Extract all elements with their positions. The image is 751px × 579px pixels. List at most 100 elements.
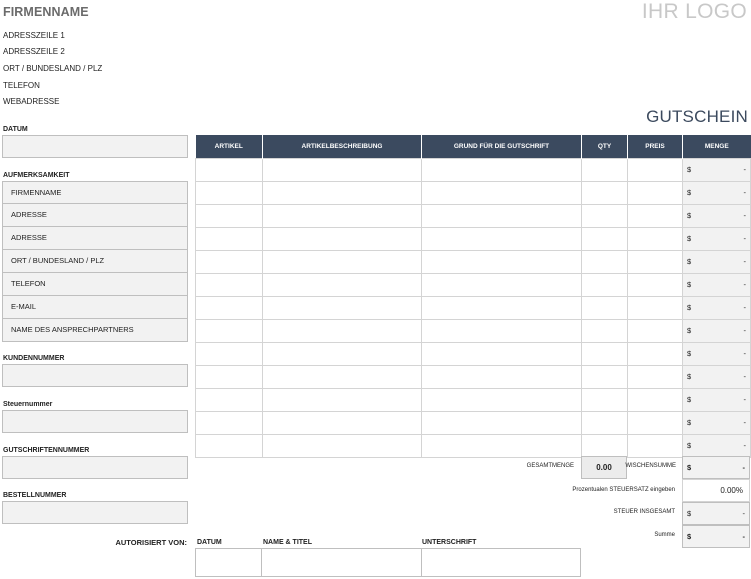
cell-qty[interactable] xyxy=(581,341,628,366)
cell-menge-value: - xyxy=(743,326,747,335)
cell-menge-currency: $ xyxy=(687,326,692,335)
cell-qty[interactable] xyxy=(581,318,628,343)
cell-artikel[interactable] xyxy=(195,318,263,343)
cell-artikel[interactable] xyxy=(195,180,263,205)
attention-label: AUFMERKSAMKEIT xyxy=(3,172,70,179)
cell-artikel[interactable] xyxy=(195,295,263,320)
cell-qty[interactable] xyxy=(581,249,628,274)
cell-artikel[interactable] xyxy=(195,272,263,297)
cell-preis[interactable] xyxy=(627,295,683,320)
col-header-qty: QTY xyxy=(581,135,628,158)
cell-grund[interactable] xyxy=(421,203,582,228)
cell-beschreibung[interactable] xyxy=(262,410,422,435)
cell-grund[interactable] xyxy=(421,433,582,458)
cell-beschreibung[interactable] xyxy=(262,180,422,205)
cell-qty[interactable] xyxy=(581,433,628,458)
cell-grund[interactable] xyxy=(421,410,582,435)
date-field[interactable] xyxy=(2,135,188,158)
items-table: ARTIKEL ARTIKELBESCHREIBUNG GRUND FÜR DI… xyxy=(195,135,751,458)
cell-grund[interactable] xyxy=(421,341,582,366)
cell-beschreibung[interactable] xyxy=(262,157,422,182)
tax-number-field[interactable] xyxy=(2,410,188,433)
cell-grund[interactable] xyxy=(421,295,582,320)
credit-number-field[interactable] xyxy=(2,456,188,479)
cell-artikel[interactable] xyxy=(195,433,263,458)
attention-company-field[interactable]: FIRMENNAME xyxy=(2,181,188,204)
cell-qty[interactable] xyxy=(581,157,628,182)
attention-phone-field[interactable]: TELEFON xyxy=(2,273,188,296)
cell-menge-value: - xyxy=(743,372,747,381)
cell-artikel[interactable] xyxy=(195,203,263,228)
order-number-field[interactable] xyxy=(2,501,188,524)
cell-grund[interactable] xyxy=(421,226,582,251)
cell-beschreibung[interactable] xyxy=(262,387,422,412)
cell-preis[interactable] xyxy=(627,410,683,435)
attention-email-field[interactable]: E-MAIL xyxy=(2,296,188,319)
cell-beschreibung[interactable] xyxy=(262,272,422,297)
cell-menge: $ - xyxy=(682,410,751,435)
cell-beschreibung[interactable] xyxy=(262,295,422,320)
cell-beschreibung[interactable] xyxy=(262,318,422,343)
cell-qty[interactable] xyxy=(581,387,628,412)
cell-beschreibung[interactable] xyxy=(262,364,422,389)
cell-menge: $ - xyxy=(682,387,751,412)
cell-grund[interactable] xyxy=(421,318,582,343)
cell-menge-value: - xyxy=(743,257,747,266)
cell-artikel[interactable] xyxy=(195,387,263,412)
cell-beschreibung[interactable] xyxy=(262,226,422,251)
cell-grund[interactable] xyxy=(421,364,582,389)
cell-preis[interactable] xyxy=(627,203,683,228)
cell-menge-currency: $ xyxy=(687,234,692,243)
cell-preis[interactable] xyxy=(627,364,683,389)
cell-artikel[interactable] xyxy=(195,157,263,182)
cell-qty[interactable] xyxy=(581,364,628,389)
cell-qty[interactable] xyxy=(581,410,628,435)
attention-address-field[interactable]: ADRESSE xyxy=(2,204,188,227)
tax-rate-input[interactable]: 0.00% xyxy=(682,479,750,502)
cell-preis[interactable] xyxy=(627,226,683,251)
cell-menge-currency: $ xyxy=(687,303,692,312)
col-header-beschreibung: ARTIKELBESCHREIBUNG xyxy=(262,135,422,158)
cell-beschreibung[interactable] xyxy=(262,433,422,458)
address-line-1: ADRESSZEILE 1 xyxy=(3,31,65,40)
cell-qty[interactable] xyxy=(581,203,628,228)
cell-grund[interactable] xyxy=(421,387,582,412)
cell-preis[interactable] xyxy=(627,318,683,343)
cell-beschreibung[interactable] xyxy=(262,249,422,274)
cell-preis[interactable] xyxy=(627,157,683,182)
address-city-state-zip: ORT / BUNDESLAND / PLZ xyxy=(3,64,103,73)
cell-preis[interactable] xyxy=(627,249,683,274)
cell-qty[interactable] xyxy=(581,272,628,297)
auth-name-field[interactable] xyxy=(261,548,422,577)
cell-beschreibung[interactable] xyxy=(262,341,422,366)
auth-signature-field[interactable] xyxy=(421,548,581,577)
cell-preis[interactable] xyxy=(627,272,683,297)
cell-grund[interactable] xyxy=(421,249,582,274)
cell-menge-currency: $ xyxy=(687,188,692,197)
cell-grund[interactable] xyxy=(421,157,582,182)
auth-date-field[interactable] xyxy=(195,548,262,577)
cell-preis[interactable] xyxy=(627,180,683,205)
cell-artikel[interactable] xyxy=(195,410,263,435)
cell-artikel[interactable] xyxy=(195,249,263,274)
cell-grund[interactable] xyxy=(421,272,582,297)
cell-preis[interactable] xyxy=(627,433,683,458)
attention-city-field[interactable]: ORT / BUNDESLAND / PLZ xyxy=(2,250,188,273)
cell-artikel[interactable] xyxy=(195,364,263,389)
cell-preis[interactable] xyxy=(627,341,683,366)
attention-address-2-field[interactable]: ADRESSE xyxy=(2,227,188,250)
cell-menge: $ - xyxy=(682,433,751,458)
cell-grund[interactable] xyxy=(421,180,582,205)
cell-qty[interactable] xyxy=(581,295,628,320)
cell-beschreibung[interactable] xyxy=(262,203,422,228)
document-title: GUTSCHEIN xyxy=(646,107,748,126)
attention-contact-field[interactable]: NAME DES ANSPRECHPARTNERS xyxy=(2,319,188,342)
cell-qty[interactable] xyxy=(581,180,628,205)
cell-menge-currency: $ xyxy=(687,280,692,289)
cell-preis[interactable] xyxy=(627,387,683,412)
customer-number-field[interactable] xyxy=(2,364,188,387)
cell-artikel[interactable] xyxy=(195,226,263,251)
table-row: $ - xyxy=(195,364,751,389)
cell-artikel[interactable] xyxy=(195,341,263,366)
cell-qty[interactable] xyxy=(581,226,628,251)
